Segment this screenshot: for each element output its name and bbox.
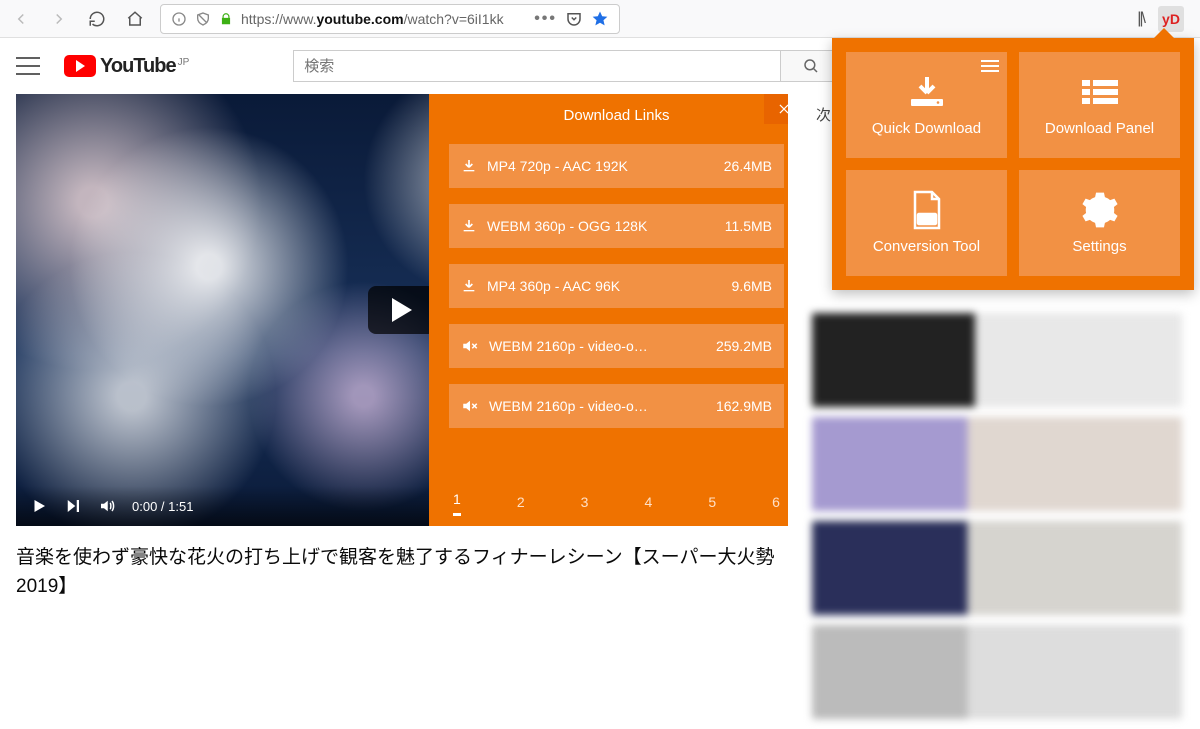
download-size: 162.9MB — [716, 398, 772, 414]
download-size: 259.2MB — [716, 338, 772, 354]
mute-icon — [461, 337, 479, 355]
suggested-video[interactable] — [812, 417, 1182, 511]
tile-menu-icon[interactable] — [981, 60, 999, 72]
download-icon — [461, 158, 477, 174]
suggested-video[interactable] — [812, 313, 1182, 407]
download-icon — [461, 278, 477, 294]
download-panel-tile[interactable]: Download Panel — [1019, 52, 1180, 158]
reload-button[interactable] — [84, 6, 110, 32]
download-list: MP4 720p - AAC 192K 26.4MB WEBM 360p - O… — [429, 136, 788, 480]
more-icon[interactable]: ••• — [534, 10, 557, 28]
pager-page[interactable]: 5 — [708, 494, 716, 516]
youtube-play-icon — [64, 55, 96, 77]
url-text: https://www.youtube.com/watch?v=6iI1kk — [241, 11, 526, 27]
extension-popup: Quick Download Download Panel MP3 Conver… — [832, 38, 1194, 290]
url-bar[interactable]: https://www.youtube.com/watch?v=6iI1kk •… — [160, 4, 620, 34]
home-button[interactable] — [122, 6, 148, 32]
shield-icon — [195, 11, 211, 27]
download-format-label: WEBM 2160p - video-o… — [489, 338, 706, 354]
download-option[interactable]: WEBM 360p - OGG 128K 11.5MB — [449, 204, 784, 248]
next-button[interactable] — [64, 497, 82, 515]
download-icon — [905, 74, 949, 110]
tile-label: Conversion Tool — [873, 238, 980, 255]
download-size: 9.6MB — [732, 278, 772, 294]
download-links-panel: Download Links MP4 720p - AAC 192K 26.4M… — [429, 94, 788, 526]
download-format-label: MP4 720p - AAC 192K — [487, 158, 714, 174]
video-title: 音楽を使わず豪快な花火の打ち上げで観客を魅了するフィナーレシーン【スーパー大火勢… — [16, 544, 788, 601]
conversion-tool-tile[interactable]: MP3 Conversion Tool — [846, 170, 1007, 276]
video-player[interactable]: 0:00 / 1:51 Download Links MP4 720p - AA… — [16, 94, 788, 526]
download-panel-header: Download Links — [429, 94, 788, 136]
bookmark-star-icon[interactable] — [591, 10, 609, 28]
suggested-video[interactable] — [812, 521, 1182, 615]
lock-icon — [219, 12, 233, 26]
forward-button[interactable] — [46, 6, 72, 32]
download-format-label: WEBM 2160p - video-o… — [489, 398, 706, 414]
close-button[interactable] — [764, 94, 788, 124]
download-option[interactable]: WEBM 2160p - video-o… 162.9MB — [449, 384, 784, 428]
play-button[interactable] — [30, 497, 48, 515]
time-display: 0:00 / 1:51 — [132, 499, 193, 514]
play-overlay-button[interactable] — [368, 286, 436, 334]
download-size: 11.5MB — [725, 218, 772, 234]
back-button[interactable] — [8, 6, 34, 32]
mp3-file-icon: MP3 — [909, 192, 945, 228]
gear-icon — [1081, 192, 1119, 228]
download-option[interactable]: WEBM 2160p - video-o… 259.2MB — [449, 324, 784, 368]
quick-download-tile[interactable]: Quick Download — [846, 52, 1007, 158]
list-icon — [1080, 74, 1120, 110]
pager-page[interactable]: 3 — [581, 494, 589, 516]
pager-page[interactable]: 4 — [644, 494, 652, 516]
pager-page[interactable]: 1 — [453, 491, 461, 516]
youtube-region: JP — [178, 57, 190, 68]
settings-tile[interactable]: Settings — [1019, 170, 1180, 276]
youtube-logo-text: YouTube — [100, 55, 176, 78]
download-option[interactable]: MP4 360p - AAC 96K 9.6MB — [449, 264, 784, 308]
download-icon — [461, 218, 477, 234]
download-format-label: MP4 360p - AAC 96K — [487, 278, 722, 294]
pager-page[interactable]: 2 — [517, 494, 525, 516]
suggested-video[interactable] — [812, 625, 1182, 719]
tile-label: Settings — [1072, 238, 1126, 255]
tile-label: Quick Download — [872, 120, 981, 137]
download-option[interactable]: MP4 720p - AAC 192K 26.4MB — [449, 144, 784, 188]
volume-button[interactable] — [98, 497, 116, 515]
search-input[interactable] — [293, 50, 781, 82]
menu-button[interactable] — [16, 57, 40, 75]
tile-label: Download Panel — [1045, 120, 1154, 137]
browser-toolbar: https://www.youtube.com/watch?v=6iI1kk •… — [0, 0, 1200, 38]
youtube-logo[interactable]: YouTube JP — [64, 55, 189, 78]
search-form — [293, 50, 841, 82]
info-icon — [171, 11, 187, 27]
download-size: 26.4MB — [724, 158, 772, 174]
download-pager: 1 2 3 4 5 6 — [429, 480, 788, 526]
library-icon[interactable]: ||\ — [1137, 10, 1144, 28]
download-panel-title: Download Links — [564, 107, 670, 124]
mute-icon — [461, 397, 479, 415]
svg-text:MP3: MP3 — [918, 215, 935, 224]
pocket-icon[interactable] — [565, 10, 583, 28]
pager-page[interactable]: 6 — [772, 494, 780, 516]
download-format-label: WEBM 360p - OGG 128K — [487, 218, 715, 234]
